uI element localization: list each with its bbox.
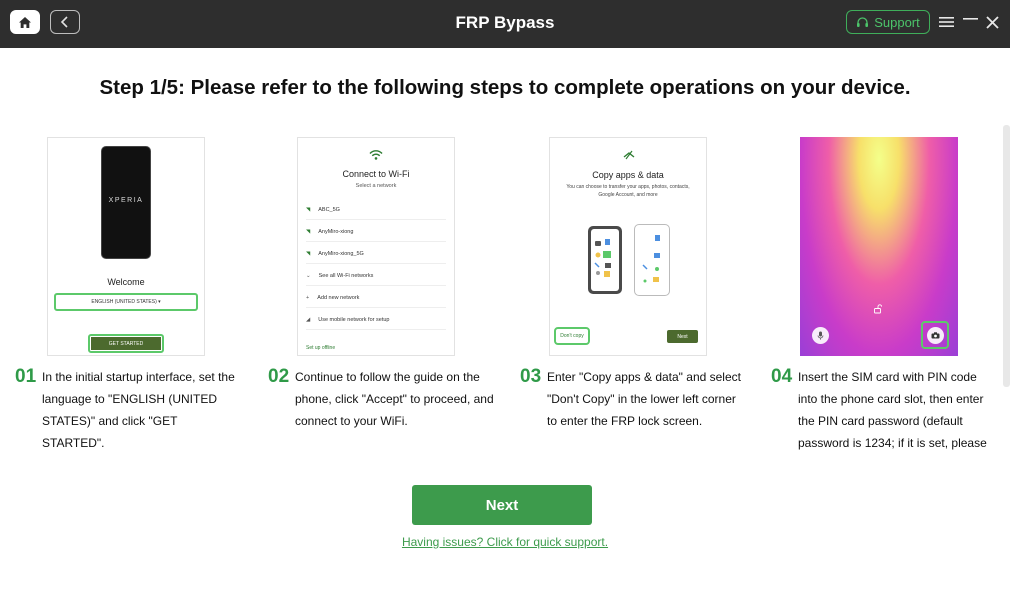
step-description: In the initial startup interface, set th… <box>42 370 235 450</box>
step-1-screenshot: XPERIA Welcome ENGLISH (UNITED STATES) ▾… <box>47 137 205 356</box>
setup-offline-text: Set up offline <box>306 345 336 351</box>
wifi-title: Connect to Wi-Fi <box>342 169 410 179</box>
dont-copy-highlight: Don't copy <box>554 327 590 345</box>
phone-brand: XPERIA <box>108 197 144 204</box>
step-description: Continue to follow the guide on the phon… <box>295 370 494 428</box>
headset-icon <box>857 16 869 27</box>
wifi-signal-icon: ◥ <box>306 250 311 257</box>
step-description: Insert the SIM card with PIN code into t… <box>798 370 987 450</box>
wifi-row: ◥ AnyMiro-xiong_5G <box>306 244 446 264</box>
step-number: 03 <box>520 366 542 387</box>
step-number: 02 <box>268 366 290 387</box>
close-icon <box>985 15 999 29</box>
camera-icon <box>931 331 939 338</box>
phone-illustration: XPERIA <box>101 146 151 259</box>
next-button[interactable]: Next <box>412 485 592 525</box>
wifi-row-label: Add new network <box>317 294 360 301</box>
new-phone-illustration <box>634 224 670 296</box>
support-label: Support <box>874 14 920 30</box>
wifi-row-label: AnyMiro-xiong <box>318 228 354 235</box>
wifi-row: ◥ ABC_5G <box>306 200 446 220</box>
get-started-label: GET STARTED <box>91 337 161 350</box>
quick-support-link[interactable]: Having issues? Click for quick support. <box>0 535 1010 549</box>
copy-subtitle: You can choose to transfer your apps, ph… <box>566 184 690 198</box>
get-started-highlight: GET STARTED <box>88 334 164 353</box>
old-phone-illustration <box>588 226 622 294</box>
close-button[interactable] <box>983 12 1001 32</box>
step-2-screenshot: Connect to Wi-Fi Select a network ◥ ABC_5… <box>297 137 455 356</box>
phone-next-label: Next <box>667 330 698 343</box>
unlock-icon <box>874 304 883 314</box>
wifi-row: + Add new network <box>306 288 446 308</box>
menu-icon <box>938 17 954 27</box>
wifi-signal-icon: ◥ <box>306 206 311 213</box>
wifi-row-label: Use mobile network for setup <box>318 316 390 323</box>
support-button[interactable]: Support <box>846 10 930 34</box>
cell-signal-icon: ◢ <box>306 316 311 323</box>
menu-button[interactable] <box>937 12 955 32</box>
minimize-button[interactable] <box>961 12 979 32</box>
step-title: Step 1/5: Please refer to the following … <box>99 76 911 99</box>
camera-highlight <box>921 321 949 349</box>
mic-icon-button <box>812 327 829 344</box>
transfer-icon <box>623 150 635 160</box>
wifi-row-label: ABC_5G <box>318 206 340 213</box>
minimize-icon <box>962 18 978 20</box>
step-number: 01 <box>15 366 37 387</box>
wifi-subtitle: Select a network <box>355 183 397 189</box>
wifi-row-label: AnyMiro-xiong_5G <box>318 250 364 257</box>
welcome-text: Welcome <box>107 277 145 287</box>
wifi-row: ⌄ See all Wi-Fi networks <box>306 266 446 286</box>
wifi-row: ◢ Use mobile network for setup <box>306 310 446 330</box>
app-icons-illustration <box>642 235 660 283</box>
step-number: 04 <box>771 366 793 387</box>
microphone-icon <box>817 331 824 340</box>
step-description: Enter "Copy apps & data" and select "Don… <box>547 370 741 428</box>
title-bar: FRP Bypass Support <box>0 0 1010 48</box>
step-3-screenshot: Copy apps & data You can choose to trans… <box>549 137 707 356</box>
wifi-row-label: See all Wi-Fi networks <box>318 272 374 279</box>
step-4-screenshot <box>800 137 958 356</box>
chevron-down-icon: ⌄ <box>306 272 311 279</box>
scrollbar[interactable] <box>1003 125 1010 387</box>
wifi-signal-icon: ◥ <box>306 228 311 235</box>
language-selector: ENGLISH (UNITED STATES) ▾ <box>54 293 198 311</box>
plus-icon: + <box>306 294 310 301</box>
copy-title: Copy apps & data <box>592 170 664 180</box>
wifi-icon <box>369 150 383 160</box>
app-icons-illustration <box>594 239 611 277</box>
wifi-row: ◥ AnyMiro-xiong <box>306 222 446 242</box>
